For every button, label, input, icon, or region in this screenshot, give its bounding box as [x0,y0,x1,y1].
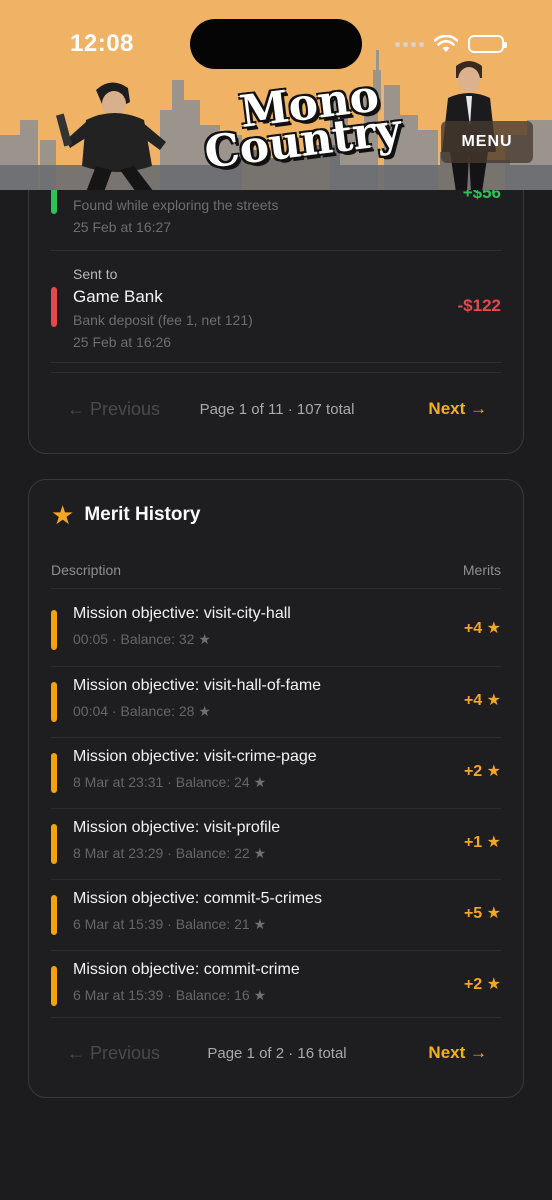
transaction-label: Sent to [73,266,118,282]
divider [51,1017,501,1018]
merit-description: Mission objective: commit-5-crimes [73,890,322,907]
merit-points: +2 ★ [463,976,501,993]
merit-indicator [51,610,57,650]
page: 12:08 Mono Country MENU Found while expl… [0,0,552,1200]
merit-meta: 8 Mar at 23:31 · Balance: 24 ★ [73,774,267,790]
merit-indicator [51,966,57,1006]
divider [51,250,501,251]
column-header-description: Description [51,562,122,578]
star-icon: ★ [486,905,501,922]
status-icons [395,35,507,53]
merit-meta: 6 Mar at 15:39 · Balance: 21 ★ [73,916,267,932]
previous-page-button[interactable]: ← Previous [67,399,160,420]
star-icon: ★ [253,987,267,1003]
transaction-date: 25 Feb at 16:27 [73,219,172,235]
battery-icon [468,35,507,53]
status-time: 12:08 [70,30,134,57]
merit-row[interactable]: Mission objective: commit-5-crimes 6 Mar… [51,879,501,950]
merit-row[interactable]: Mission objective: visit-city-hall 00:05… [51,594,501,665]
merit-indicator [51,753,57,793]
transaction-amount: -$122 [457,296,501,315]
merit-indicator [51,824,57,864]
star-icon: ★ [486,834,501,851]
divider [51,372,501,373]
star-icon: ★ [253,916,267,932]
dynamic-island [190,19,362,69]
transaction-description: Bank deposit (fee 1, net 121) [73,312,253,328]
star-icon: ★ [253,774,267,790]
merit-row[interactable]: Mission objective: visit-profile 8 Mar a… [51,808,501,879]
section-header: ★ Merit History [51,502,200,528]
merit-points: +5 ★ [463,905,501,922]
star-icon: ★ [486,620,501,637]
merit-row[interactable]: Mission objective: visit-hall-of-fame 00… [51,666,501,737]
cellular-signal-icon [395,41,424,47]
divider [51,588,501,589]
star-icon: ★ [198,631,211,647]
transactions-pagination: ← Previous Page 1 of 11 · 107 total Next… [29,391,525,431]
star-icon: ★ [51,500,75,530]
star-icon: ★ [486,763,501,780]
section-title: Merit History [84,504,201,525]
transaction-description: Found while exploring the streets [73,197,279,213]
star-icon: ★ [198,703,211,719]
column-header-merits: Merits [462,562,501,578]
merit-row[interactable]: Mission objective: visit-crime-page 8 Ma… [51,737,501,808]
merit-description: Mission objective: commit-crime [73,961,300,978]
next-page-button[interactable]: Next → [428,399,487,419]
wifi-icon [434,35,458,52]
merit-description: Mission objective: visit-profile [73,819,281,836]
merit-row[interactable]: Mission objective: commit-crime 6 Mar at… [51,950,501,1021]
merit-indicator [51,895,57,935]
app-header: 12:08 Mono Country MENU [0,0,552,190]
merits-pagination: ← Previous Page 1 of 2 · 16 total Next → [29,1035,525,1075]
merit-points: +1 ★ [463,834,501,851]
merit-meta: 00:05 · Balance: 32 ★ [73,631,211,647]
transaction-date: 25 Feb at 16:26 [73,334,172,350]
star-icon: ★ [253,845,267,861]
merit-points: +4 ★ [463,692,501,709]
star-icon: ★ [486,692,501,709]
merit-description: Mission objective: visit-crime-page [73,748,317,765]
merit-meta: 00:04 · Balance: 28 ★ [73,703,211,719]
merit-description: Mission objective: visit-hall-of-fame [73,677,322,694]
previous-page-button[interactable]: ← Previous [67,1043,160,1064]
divider [51,362,501,363]
merit-meta: 6 Mar at 15:39 · Balance: 16 ★ [73,987,267,1003]
expense-indicator [51,287,57,327]
merit-meta: 8 Mar at 23:29 · Balance: 22 ★ [73,845,267,861]
transaction-row[interactable]: Sent to Game Bank Bank deposit (fee 1, n… [51,261,501,361]
merit-history-card: ★ Merit History Description Merits Missi… [28,479,524,1098]
merit-points: +4 ★ [463,620,501,637]
menu-button[interactable]: MENU [441,121,533,163]
merit-points: +2 ★ [463,763,501,780]
merit-indicator [51,682,57,722]
merit-description: Mission objective: visit-city-hall [73,605,291,622]
transaction-recipient: Game Bank [73,287,163,306]
next-page-button[interactable]: Next → [428,1043,487,1063]
star-icon: ★ [486,976,501,993]
gangster-character-illustration [56,82,166,190]
